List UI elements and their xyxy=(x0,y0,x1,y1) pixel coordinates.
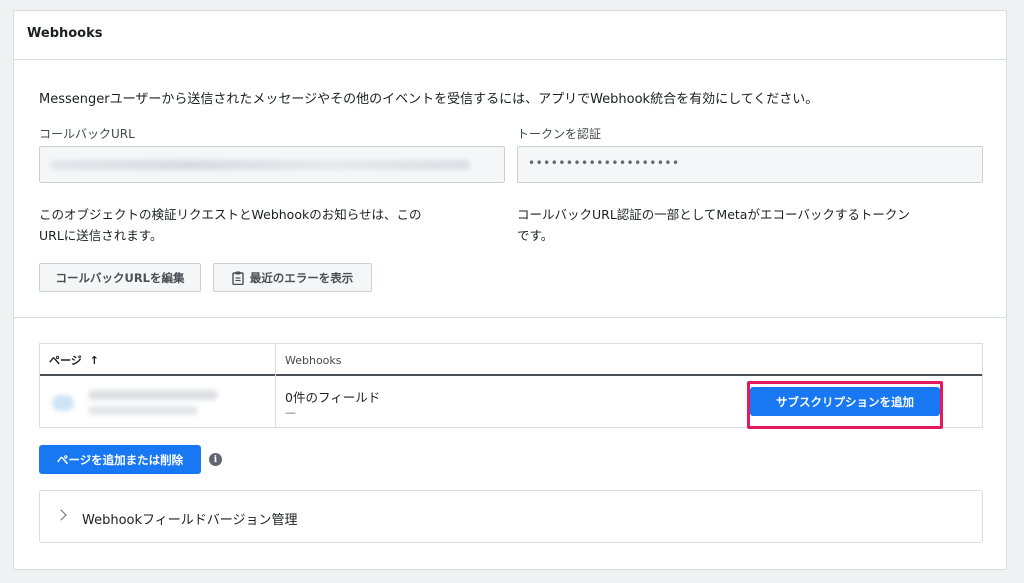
column-divider xyxy=(275,344,276,427)
blurred-url xyxy=(50,160,470,170)
highlight-box xyxy=(747,381,943,429)
add-remove-pages-button[interactable]: ページを追加または削除 xyxy=(39,445,201,474)
fields-count: 0件のフィールド xyxy=(285,390,381,405)
page-avatar xyxy=(52,395,74,411)
webhook-version-accordion[interactable]: Webhookフィールドバージョン管理 xyxy=(39,490,983,543)
masked-token: •••••••••••••••••••••••••••••••••••••••• xyxy=(528,156,678,170)
webhook-description: Messengerユーザーから送信されたメッセージやその他のイベントを受信するに… xyxy=(39,92,819,107)
blurred-page-name xyxy=(88,390,218,400)
table-header-row: ページ ↑ Webhooks xyxy=(40,344,982,376)
webhooks-card: Webhooks Messengerユーザーから送信されたメッセージやその他のイ… xyxy=(13,10,1007,570)
callback-url-help: このオブジェクトの検証リクエストとWebhookのお知らせは、この URLに送信… xyxy=(39,207,422,243)
webhooks-column-header: Webhooks xyxy=(285,353,342,367)
sort-ascending-icon: ↑ xyxy=(89,353,99,367)
edit-callback-url-button[interactable]: コールバックURLを編集 xyxy=(39,263,201,292)
verify-token-input[interactable]: •••••••••••••••••••••••••••••••••••••••• xyxy=(517,146,983,183)
fields-detail: — xyxy=(285,406,296,419)
blurred-page-id xyxy=(88,406,198,415)
info-icon[interactable]: i xyxy=(209,453,222,466)
callback-url-label: コールバックURL xyxy=(39,127,135,141)
callback-url-input[interactable] xyxy=(39,146,505,183)
clipboard-icon xyxy=(232,271,244,285)
card-header: Webhooks xyxy=(14,11,1006,60)
card-title: Webhooks xyxy=(27,26,103,41)
page-column-header[interactable]: ページ ↑ xyxy=(49,344,99,376)
section-divider xyxy=(14,317,1006,318)
verify-token-label: トークンを認証 xyxy=(517,127,602,141)
accordion-label: Webhookフィールドバージョン管理 xyxy=(82,513,298,528)
show-recent-errors-button[interactable]: 最近のエラーを表示 xyxy=(213,263,372,292)
chevron-right-icon xyxy=(55,509,67,521)
verify-token-help: コールバックURL認証の一部としてMetaがエコーバックするトークン です。 xyxy=(517,207,910,243)
